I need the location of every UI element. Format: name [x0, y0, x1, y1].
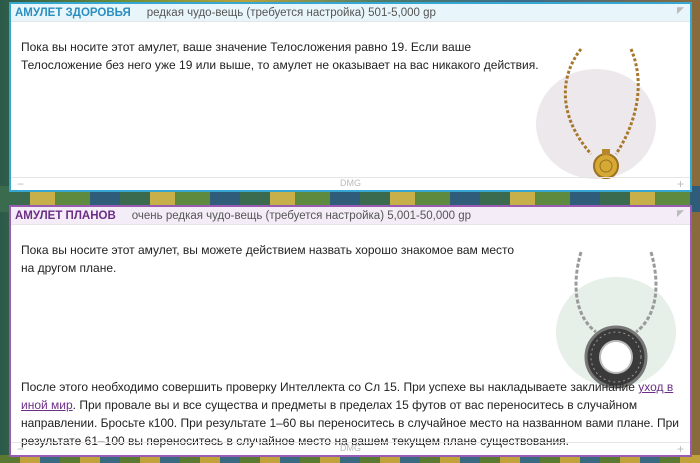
item-header: АМУЛЕТ ЗДОРОВЬЯ редкая чудо-вещь (требуе… — [11, 4, 690, 22]
item-card-amulet-of-health: АМУЛЕТ ЗДОРОВЬЯ редкая чудо-вещь (требуе… — [9, 2, 692, 192]
item-card-amulet-of-planes: АМУЛЕТ ПЛАНОВ очень редкая чудо-вещь (тр… — [9, 205, 692, 457]
collapse-button[interactable]: − — [17, 442, 24, 456]
item-description: Пока вы носите этот амулет, вы можете де… — [21, 243, 515, 275]
item-header: АМУЛЕТ ПЛАНОВ очень редкая чудо-вещь (тр… — [11, 207, 690, 225]
gold-amulet-icon — [536, 48, 656, 179]
expand-button[interactable]: + — [677, 177, 684, 191]
item-footer: − DMG + — [11, 177, 690, 191]
details-text-before: После этого необходимо совершить проверк… — [21, 380, 639, 394]
pin-icon[interactable]: ◤ — [677, 209, 686, 218]
pin-icon[interactable]: ◤ — [677, 6, 686, 15]
item-description-details: После этого необходимо совершить проверк… — [21, 378, 681, 450]
item-description: Пока вы носите этот амулет, ваше значени… — [21, 40, 539, 72]
details-text-after: . При провале вы и все существа и предме… — [21, 398, 679, 448]
expand-button[interactable]: + — [677, 442, 684, 456]
item-meta: очень редкая чудо-вещь (требуется настро… — [131, 209, 471, 222]
item-meta: редкая чудо-вещь (требуется настройка) 5… — [146, 6, 436, 19]
collapse-button[interactable]: − — [17, 177, 24, 191]
item-title[interactable]: АМУЛЕТ ЗДОРОВЬЯ — [15, 7, 131, 19]
source-label: DMG — [340, 443, 361, 453]
source-label: DMG — [340, 178, 361, 188]
item-footer: − DMG + — [11, 442, 690, 456]
silver-ring-amulet-icon — [556, 251, 676, 389]
item-title[interactable]: АМУЛЕТ ПЛАНОВ — [15, 210, 116, 222]
